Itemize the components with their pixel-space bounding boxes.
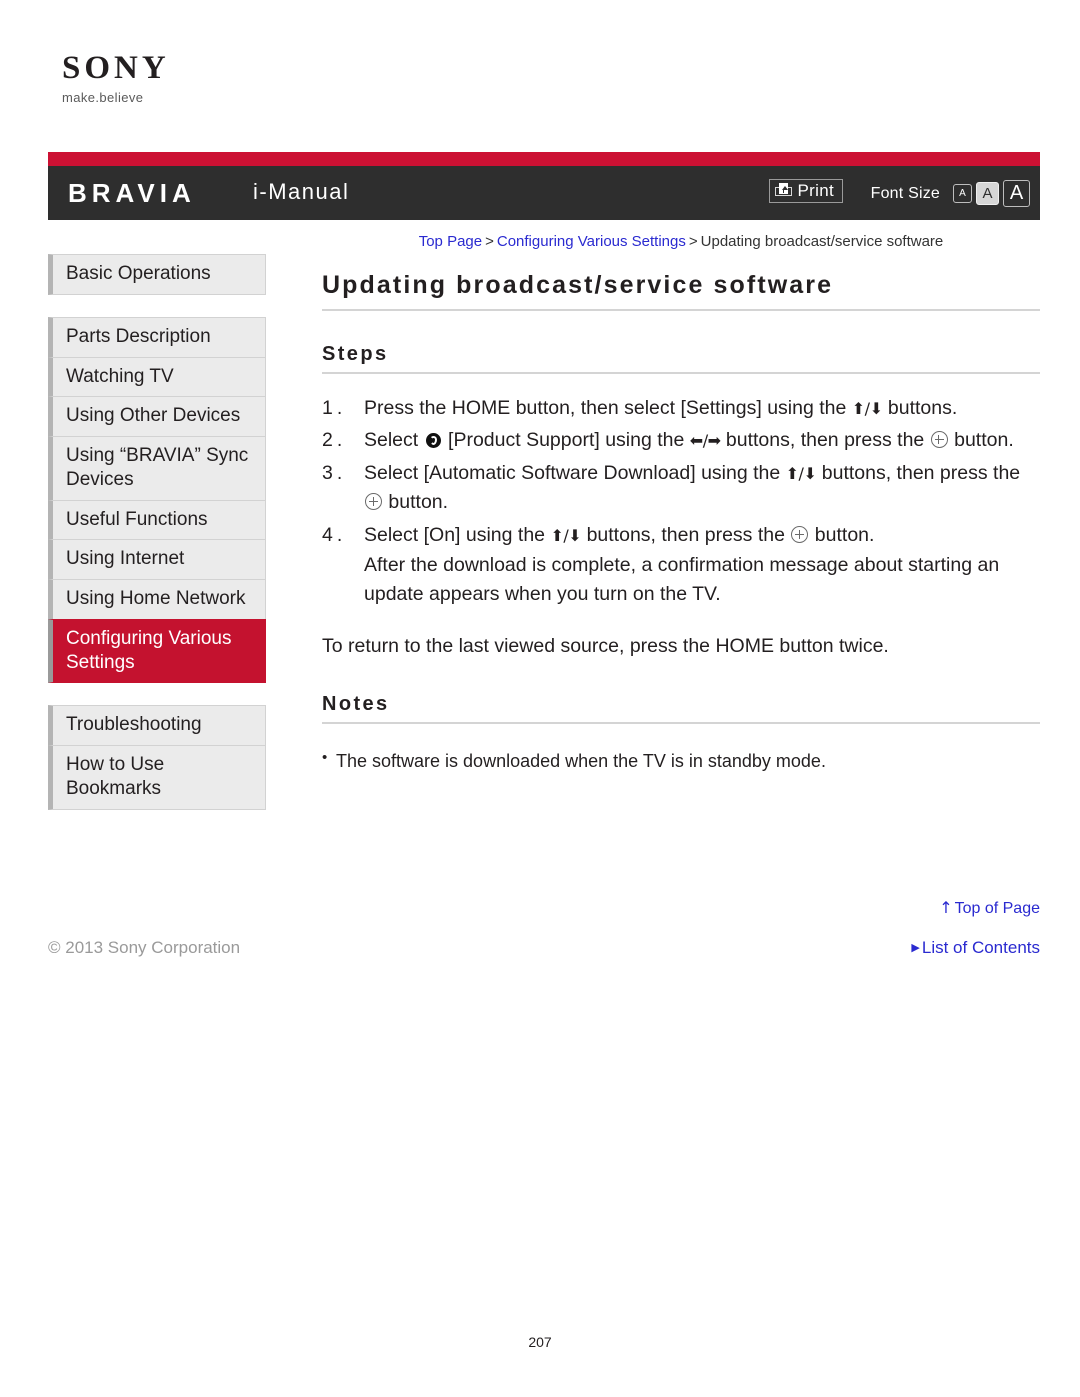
step-number: 1.: [322, 396, 347, 419]
step-item: 3. Select [Automatic Software Download] u…: [322, 459, 1040, 518]
up-arrow-icon: ↑: [939, 898, 953, 917]
font-size-large-button[interactable]: A: [1003, 180, 1030, 207]
sidebar-item-using-internet[interactable]: Using Internet: [48, 539, 266, 580]
page-title: Updating broadcast/service software: [322, 270, 1040, 311]
font-size-small-button[interactable]: A: [953, 184, 972, 203]
step-text: Select [Automatic Software Download] usi…: [364, 461, 786, 484]
print-button-label: Print: [797, 181, 834, 200]
breadcrumb-item-2[interactable]: Configuring Various Settings: [497, 233, 686, 250]
sidebar-item-watching-tv[interactable]: Watching TV: [48, 356, 266, 398]
circle-plus-icon: [791, 526, 809, 543]
up-down-arrow-icon: ⬆/⬇: [851, 398, 883, 418]
product-support-icon: [425, 433, 441, 449]
notes-list: The software is downloaded when the TV i…: [322, 747, 1040, 775]
up-down-arrow-icon: ⬆/⬇: [785, 463, 817, 483]
list-of-contents-label: List of Contents: [921, 938, 1040, 957]
printer-icon: [774, 183, 792, 199]
step-text: button.: [383, 491, 449, 514]
step-text: After the download is complete, a confir…: [364, 553, 1000, 606]
sidebar-item-parts-description[interactable]: Parts Description: [48, 316, 266, 358]
step-item: 2. Select [Product Support] using the ⬅/➡…: [322, 426, 1040, 456]
step-text: button.: [948, 429, 1014, 452]
triangle-right-icon: ▶: [911, 941, 920, 954]
closing-text: To return to the last viewed source, pre…: [322, 634, 889, 657]
sidebar-group: Parts Description Watching TV Using Other …: [48, 316, 266, 684]
step-text: Press the HOME button, then select [Sett…: [364, 396, 852, 419]
step-text: Select: [364, 429, 424, 452]
step-text: [Product Support] using the: [442, 429, 690, 452]
breadcrumb-separator: >: [688, 233, 698, 250]
step-item: 1. Press the HOME button, then select [Se…: [322, 394, 1040, 424]
font-size-label: Font Size: [870, 184, 940, 202]
breadcrumb: Top Page > Configuring Various Settings > Up…: [322, 232, 1040, 252]
sidebar-item-troubleshooting[interactable]: Troubleshooting: [48, 705, 266, 746]
step-text: buttons, then press the: [581, 524, 791, 546]
sony-tagline: make.believe: [62, 90, 144, 105]
breadcrumb-separator: >: [485, 233, 494, 250]
bravia-brand-label: BRAVIA: [68, 178, 196, 208]
up-down-arrow-icon: ⬆/⬇: [550, 526, 582, 545]
top-of-page-label: Top of Page: [954, 900, 1040, 917]
page-number: 207: [528, 1334, 552, 1350]
font-size-control: Font Size A A A: [871, 180, 1030, 207]
list-of-contents-link[interactable]: ▶ List of Contents: [911, 938, 1040, 958]
sidebar-group: Troubleshooting How to Use Bookmarks: [48, 705, 266, 810]
step-item: 4. Select [On] using the ⬆/⬇ buttons, the…: [322, 521, 1040, 610]
header-bar: BRAVIA i-Manual Print Font Size A A A: [48, 152, 1040, 220]
imanual-title: i-Manual: [253, 179, 350, 204]
steps-heading: Steps: [322, 343, 1040, 374]
step-number: 2.: [322, 429, 347, 452]
breadcrumb-item-1[interactable]: Top Page: [419, 233, 482, 250]
sidebar-item-using-bravia-sync-devices[interactable]: Using “BRAVIA” Sync Devices: [48, 436, 266, 501]
sidebar-navigation: Basic Operations Parts Description Watchin…: [48, 254, 266, 832]
sony-logo: SONY make.believe: [62, 50, 262, 105]
circle-plus-icon: [365, 493, 382, 511]
step-text: Select [On] using the: [364, 524, 551, 546]
step-text: button.: [809, 524, 875, 546]
sidebar-item-using-other-devices[interactable]: Using Other Devices: [48, 396, 266, 437]
main-content: Top Page > Configuring Various Settings > Up…: [322, 232, 1040, 775]
circle-plus-icon: [930, 431, 948, 449]
step-number: 3.: [322, 461, 347, 484]
breadcrumb-item-3: Updating broadcast/service software: [700, 233, 944, 250]
sony-wordmark: SONY: [62, 50, 170, 86]
notes-heading: Notes: [322, 693, 1040, 725]
sidebar-item-basic-operations[interactable]: Basic Operations: [48, 254, 266, 295]
step-text: buttons, then press the: [720, 429, 930, 452]
top-of-page-link[interactable]: ↑ Top of Page: [939, 898, 1040, 918]
left-right-arrow-icon: ⬅/➡: [689, 431, 721, 451]
sidebar-group: Basic Operations: [48, 254, 266, 295]
note-item: The software is downloaded when the TV i…: [322, 747, 1040, 775]
step-number: 4.: [322, 524, 347, 546]
sidebar-item-using-home-network[interactable]: Using Home Network: [48, 579, 266, 620]
step-text: buttons, then press the: [816, 461, 1021, 484]
step-subline: After the download is complete, a confir…: [364, 551, 1040, 610]
print-button[interactable]: Print: [768, 179, 843, 203]
sidebar-item-useful-functions[interactable]: Useful Functions: [48, 499, 266, 541]
sidebar-item-configuring-various-settings[interactable]: Configuring Various Settings: [48, 618, 266, 684]
font-size-medium-button[interactable]: A: [976, 182, 999, 205]
step-text: buttons.: [882, 396, 958, 419]
copyright-text: © 2013 Sony Corporation: [48, 938, 241, 957]
steps-list: 1. Press the HOME button, then select [Se…: [322, 394, 1040, 610]
sidebar-item-how-to-use-bookmarks[interactable]: How to Use Bookmarks: [48, 745, 266, 810]
